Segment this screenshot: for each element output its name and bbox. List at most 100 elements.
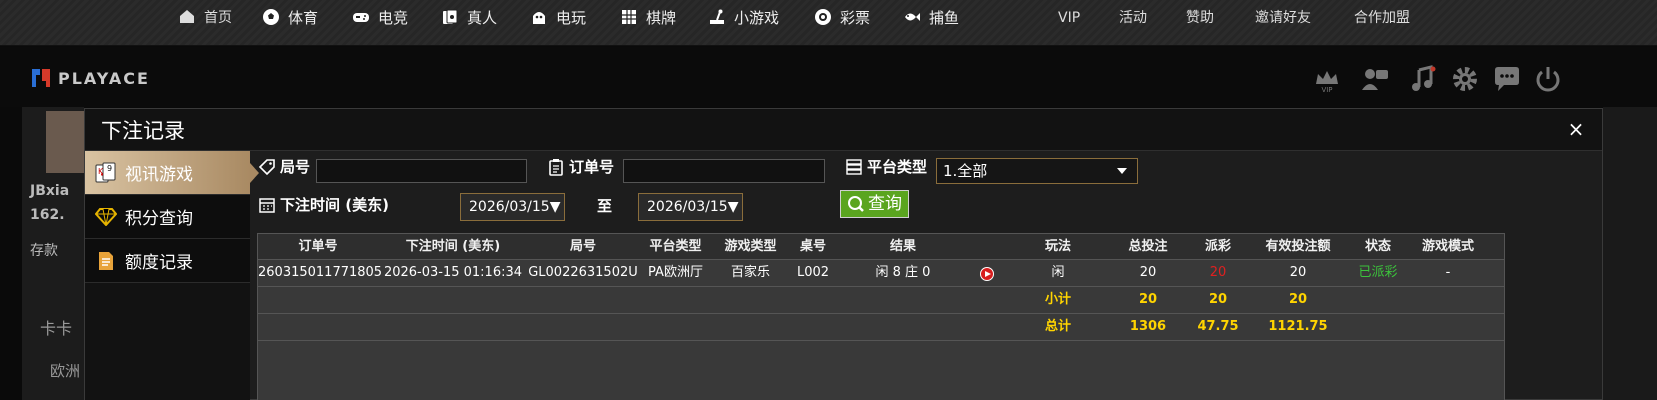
- playing-cards-icon: [443, 9, 458, 24]
- nav-esports[interactable]: 电竞: [352, 0, 408, 36]
- tab-points-query[interactable]: 积分查询: [85, 195, 250, 239]
- music-icon[interactable]: [1408, 64, 1438, 94]
- cell-status: 已派彩: [1358, 265, 1398, 280]
- col-replay: [968, 234, 1008, 260]
- to-label: 至: [597, 197, 613, 215]
- cell-table-number: L002: [796, 265, 830, 280]
- replay-play-icon[interactable]: [980, 267, 994, 281]
- tag-icon: [258, 158, 275, 175]
- customer-service-icon[interactable]: [1360, 64, 1390, 94]
- cell-valid-bet: 20: [1289, 265, 1307, 280]
- arcade-icon: [533, 12, 545, 24]
- total-label: 总计: [1044, 319, 1071, 334]
- modal-title: 下注记录: [101, 119, 185, 143]
- diamond-icon: [93, 204, 119, 230]
- cell-bet-time: 2026-03-15 01:16:34: [383, 265, 523, 280]
- nav-chess-cards[interactable]: 棋牌: [620, 0, 676, 36]
- grid-board-icon: [622, 10, 636, 24]
- playing-cards-icon: K9: [93, 160, 119, 186]
- date-to-picker[interactable]: 2026/03/15▼: [638, 193, 743, 221]
- cell-payout: 20: [1209, 265, 1227, 280]
- nav-mini-games[interactable]: 小游戏: [708, 0, 779, 36]
- order-number-input[interactable]: [623, 159, 825, 183]
- subtotal-total-bet: 20: [1138, 292, 1158, 307]
- background-row-a: 卡卡: [40, 319, 73, 338]
- col-valid-bet: 有效投注额: [1265, 239, 1331, 254]
- calendar-icon: [259, 197, 275, 213]
- nav-vip[interactable]: VIP: [1058, 0, 1080, 36]
- platform-type-select[interactable]: 1.全部: [936, 158, 1138, 184]
- cell-game-mode: -: [1445, 265, 1451, 280]
- background-deposit: 存款: [30, 243, 58, 259]
- gamepad-icon: [353, 13, 369, 22]
- table-row: 260315011771805 2026-03-15 01:16:34 GL00…: [258, 260, 1504, 287]
- site-logo[interactable]: PLAYACE: [30, 65, 150, 91]
- joystick-icon: [710, 9, 724, 24]
- nav-sponsor[interactable]: 赞助: [1186, 0, 1214, 36]
- date-from-picker[interactable]: 2026/03/15▼: [460, 193, 565, 221]
- bet-records-table: 订单号 下注时间 (美东) 局号 平台类型 游戏类型 桌号 结果 玩法 总投注 …: [257, 233, 1505, 400]
- svg-text:VIP: VIP: [1321, 86, 1332, 94]
- svg-text:9: 9: [107, 164, 112, 173]
- col-game-mode: 游戏模式: [1421, 239, 1474, 254]
- nav-live-casino[interactable]: 真人: [441, 0, 497, 36]
- background-username: JBxia: [30, 183, 70, 199]
- fish-icon: [905, 13, 920, 21]
- subtotal-row: 小计 20 20 20: [258, 287, 1504, 314]
- top-navigation-bar: 首页 体育 电竞 真人 电玩 棋牌 小游戏 彩票 捕鱼 VIP 活动 赞助 邀请…: [0, 0, 1657, 46]
- nav-promotions[interactable]: 活动: [1119, 0, 1147, 36]
- clipboard-icon: [549, 158, 563, 176]
- bet-time-label: 下注时间 (美东): [258, 194, 389, 215]
- cell-bet-type: 闲: [1051, 265, 1065, 280]
- close-icon[interactable]: ×: [1566, 119, 1586, 139]
- power-icon[interactable]: [1533, 64, 1563, 94]
- chat-icon[interactable]: [1492, 64, 1522, 94]
- cell-round-number: GL0022631502U: [528, 265, 638, 280]
- nav-invite-friends[interactable]: 邀请好友: [1255, 0, 1311, 36]
- round-label: 局号: [258, 156, 310, 177]
- col-total-bet: 总投注: [1128, 239, 1168, 254]
- total-row: 总计 1306 47.75 1121.75: [258, 314, 1504, 341]
- query-button[interactable]: 查询: [840, 190, 909, 218]
- nav-fishing[interactable]: 捕鱼: [903, 0, 959, 36]
- col-bet-type: 玩法: [1044, 239, 1071, 254]
- round-number-input[interactable]: [316, 159, 527, 183]
- tab-live-games[interactable]: K9 视讯游戏: [85, 151, 259, 195]
- subtotal-valid-bet: 20: [1288, 292, 1308, 307]
- background-right-panel: [1603, 107, 1657, 400]
- settings-gear-icon[interactable]: [1450, 64, 1480, 94]
- order-label: 订单号: [547, 156, 614, 177]
- search-icon: [848, 196, 864, 212]
- col-result: 结果: [889, 239, 916, 254]
- nav-arcade[interactable]: 电玩: [530, 0, 586, 36]
- vip-crown-icon[interactable]: VIP: [1312, 64, 1342, 94]
- cell-result: 闲 8 庄 0: [875, 265, 931, 280]
- col-order-number: 订单号: [298, 239, 338, 254]
- tab-credit-records[interactable]: 额度记录: [85, 239, 250, 283]
- lottery-ball-icon: [815, 9, 831, 25]
- col-platform-type: 平台类型: [649, 239, 702, 254]
- bet-record-modal: 下注记录 × K9 视讯游戏 积分查询 额度记录 局号 订单号 平台类型 1.全…: [84, 108, 1603, 400]
- col-status: 状态: [1364, 239, 1391, 254]
- nav-lottery[interactable]: 彩票: [814, 0, 870, 36]
- home-icon: [180, 10, 194, 23]
- logo-mark-icon: [32, 69, 50, 87]
- document-icon: [93, 248, 119, 274]
- cell-total-bet: 20: [1139, 265, 1157, 280]
- nav-sports[interactable]: 体育: [262, 0, 318, 36]
- subtotal-payout: 20: [1208, 292, 1228, 307]
- subtotal-label: 小计: [1044, 292, 1071, 307]
- total-valid-bet: 1121.75: [1268, 319, 1328, 334]
- modal-header: 下注记录 ×: [85, 109, 1602, 151]
- modal-sidebar: K9 视讯游戏 积分查询 额度记录: [85, 151, 259, 400]
- nav-partnership[interactable]: 合作加盟: [1354, 0, 1410, 36]
- cell-game-type: 百家乐: [730, 265, 770, 280]
- cell-platform-type: PA欧洲厅: [648, 265, 703, 280]
- col-payout: 派彩: [1204, 239, 1231, 254]
- svg-text:K: K: [98, 167, 104, 176]
- server-list-icon: [846, 158, 862, 175]
- soccer-ball-icon: [263, 9, 279, 25]
- col-table-number: 桌号: [799, 239, 826, 254]
- col-game-type: 游戏类型: [724, 239, 777, 254]
- nav-home[interactable]: 首页: [178, 0, 232, 36]
